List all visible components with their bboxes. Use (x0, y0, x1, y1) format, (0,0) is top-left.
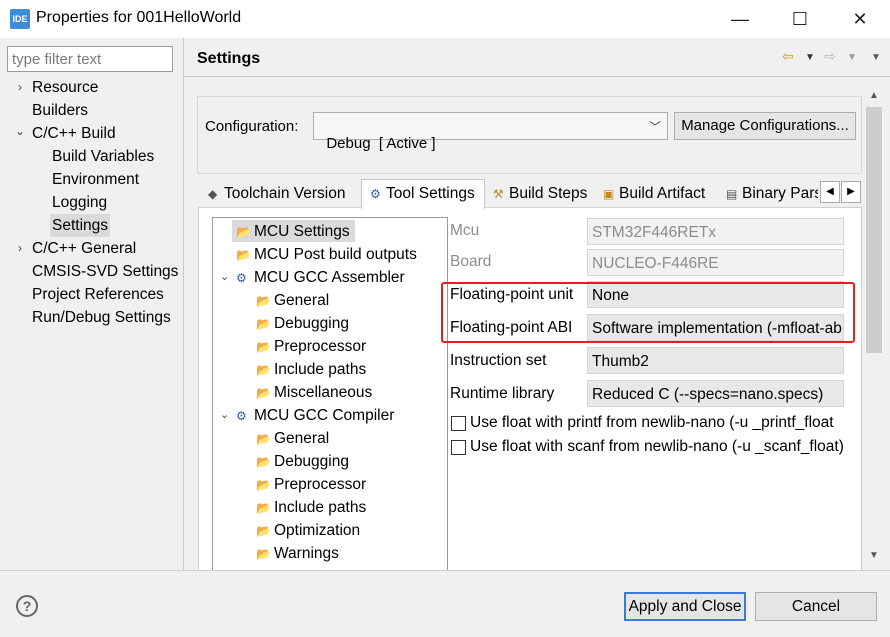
tab-scroll-right-icon[interactable]: ▶ (841, 181, 861, 203)
scanf-float-label: Use float with scanf from newlib-nano (-… (470, 438, 844, 455)
runtime-library-label: Runtime library (450, 385, 555, 402)
tree-item-assembler-debugging[interactable]: 📂 Debugging (256, 312, 349, 335)
nav-item-cpp-general[interactable]: C/C++ General (32, 237, 136, 260)
nav-item-builders[interactable]: Builders (32, 99, 88, 122)
window-title: Properties for 001HelloWorld (36, 9, 242, 26)
tree-item-compiler-optimization[interactable]: 📂 Optimization (256, 519, 360, 542)
configuration-label: Configuration: (205, 118, 299, 135)
scroll-down-icon[interactable]: ▼ (863, 546, 885, 566)
tab-toolchain-version[interactable]: ◆ Toolchain Version (200, 180, 360, 208)
folder-icon: 📂 (256, 478, 271, 492)
folder-icon: 📂 (256, 432, 271, 446)
scrollbar-thumb[interactable] (866, 107, 882, 353)
tree-item-compiler-general[interactable]: 📂 General (256, 427, 329, 450)
help-icon[interactable]: ? (16, 595, 38, 617)
annotation-highlight-box (441, 282, 855, 343)
scanf-float-checkbox[interactable] (451, 440, 466, 455)
printf-float-checkbox[interactable] (451, 416, 466, 431)
configuration-select[interactable]: Debug [ Active ] ﹀ (313, 112, 668, 152)
folder-icon: 📂 (256, 547, 271, 561)
minimize-button[interactable]: — (710, 0, 770, 38)
nav-item-cpp-build[interactable]: C/C++ Build (32, 122, 116, 145)
tree-item-assembler-include-paths[interactable]: 📂 Include paths (256, 358, 366, 381)
nav-item-project-references[interactable]: Project References (32, 283, 164, 306)
folder-icon: 📂 (256, 363, 271, 377)
binary-icon: ▤ (726, 187, 738, 201)
folder-icon: 📂 (256, 386, 271, 400)
tree-item-assembler-general[interactable]: 📂 General (256, 289, 329, 312)
tree-item-mcu-settings[interactable]: 📂 MCU Settings (236, 220, 350, 243)
view-menu-icon[interactable]: ▼ (871, 52, 881, 63)
tree-item-compiler-preprocessor[interactable]: 📂 Preprocessor (256, 473, 366, 496)
folder-icon: 📂 (256, 294, 271, 308)
board-field: NUCLEO-F446RE (587, 249, 844, 276)
nav-item-run-debug-settings[interactable]: Run/Debug Settings (32, 306, 171, 329)
tree-item-compiler-warnings[interactable]: 📂 Warnings (256, 542, 339, 565)
pane-splitter[interactable] (183, 38, 184, 570)
tab-tool-settings[interactable]: ⚙ Tool Settings (361, 179, 485, 209)
folder-icon: 📂 (256, 317, 271, 331)
manage-configurations-button[interactable]: Manage Configurations... (674, 112, 856, 140)
close-window-button[interactable]: ✕ (830, 0, 890, 38)
ide-app-icon: IDE (10, 9, 30, 29)
tab-build-steps[interactable]: ⚒ Build Steps (485, 180, 593, 208)
nav-item-environment[interactable]: Environment (52, 168, 139, 191)
gear-icon: ⚙ (370, 187, 381, 201)
back-arrow-icon[interactable]: ⇦ (782, 48, 794, 65)
maximize-button[interactable]: ☐ (770, 0, 830, 38)
nav-item-logging[interactable]: Logging (52, 191, 107, 214)
instruction-set-label: Instruction set (450, 352, 547, 369)
tab-scroll-left-icon[interactable]: ◀ (820, 181, 840, 203)
apply-and-close-button[interactable]: Apply and Close (624, 592, 746, 621)
gear-icon: ⚙ (236, 271, 247, 285)
tree-item-assembler-miscellaneous[interactable]: 📂 Miscellaneous (256, 381, 372, 404)
collapse-cpp-build-chevron-icon[interactable]: ⌄ (14, 124, 26, 138)
tree-item-mcu-gcc-assembler[interactable]: ⚙ MCU GCC Assembler (236, 266, 405, 289)
tree-item-mcu-post-build-outputs[interactable]: 📂 MCU Post build outputs (236, 243, 417, 266)
nav-item-cmsis-svd-settings[interactable]: CMSIS-SVD Settings (32, 260, 178, 283)
tree-item-compiler-debugging[interactable]: 📂 Debugging (256, 450, 349, 473)
cancel-button[interactable]: Cancel (755, 592, 877, 621)
tree-item-assembler-preprocessor[interactable]: 📂 Preprocessor (256, 335, 366, 358)
forward-arrow-icon[interactable]: ⇨ (824, 48, 836, 65)
nav-item-build-variables[interactable]: Build Variables (52, 145, 154, 168)
artifact-icon: ▣ (603, 187, 615, 201)
hammer-icon: ⚒ (493, 187, 504, 201)
gear-icon: ⚙ (236, 409, 247, 423)
scroll-up-icon[interactable]: ▲ (863, 86, 885, 106)
chevron-down-icon: ﹀ (648, 120, 661, 134)
expand-cpp-general-chevron-icon[interactable]: › (14, 241, 26, 255)
collapse-compiler-chevron-icon[interactable]: ⌄ (220, 408, 229, 421)
folder-icon: 📂 (256, 501, 271, 515)
folder-icon: 📂 (236, 248, 251, 262)
page-title: Settings (197, 50, 261, 67)
filter-input[interactable] (7, 46, 173, 72)
folder-icon: 📂 (256, 340, 271, 354)
nav-item-resource[interactable]: Resource (32, 76, 98, 99)
nav-item-settings[interactable]: Settings (52, 214, 108, 237)
folder-icon: 📂 (256, 455, 271, 469)
collapse-assembler-chevron-icon[interactable]: ⌄ (220, 270, 229, 283)
folder-icon: 📂 (256, 524, 271, 538)
mcu-field: STM32F446RETx (587, 218, 844, 245)
tree-item-mcu-gcc-compiler[interactable]: ⚙ MCU GCC Compiler (236, 404, 394, 427)
tab-build-artifact[interactable]: ▣ Build Artifact (595, 180, 719, 208)
back-history-dropdown-icon[interactable]: ▼ (805, 52, 815, 63)
forward-history-dropdown-icon[interactable]: ▼ (847, 52, 857, 63)
instruction-set-select[interactable]: Thumb2 (587, 347, 844, 374)
runtime-library-select[interactable]: Reduced C (--specs=nano.specs) (587, 380, 844, 407)
mcu-label: Mcu (450, 222, 480, 239)
chip-icon: ◆ (208, 187, 218, 201)
expand-resource-chevron-icon[interactable]: › (14, 80, 26, 94)
header-divider (184, 76, 890, 77)
tab-binary-parsers[interactable]: ▤ Binary Pars (718, 180, 818, 208)
board-label: Board (450, 253, 492, 270)
folder-icon: 📂 (236, 225, 251, 239)
tree-item-compiler-include-paths[interactable]: 📂 Include paths (256, 496, 366, 519)
configuration-value: Debug [ Active ] (326, 135, 436, 152)
printf-float-label: Use float with printf from newlib-nano (… (470, 414, 834, 431)
